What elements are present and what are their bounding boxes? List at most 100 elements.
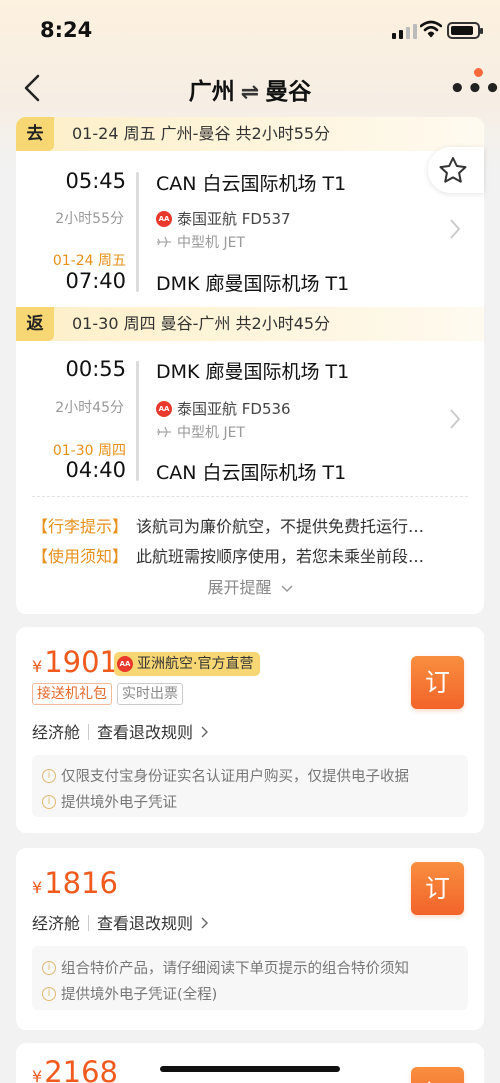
- airasia-logo-icon: AA: [156, 210, 172, 227]
- return-arr-airport: CAN 白云国际机场 T1: [156, 462, 347, 484]
- expand-reminders-button[interactable]: 展开提醒: [16, 574, 484, 598]
- book-button[interactable]: 订: [411, 862, 464, 915]
- status-bar: 8:24: [0, 0, 500, 55]
- outbound-arr-airport: DMK 廊曼国际机场 T1: [156, 273, 350, 295]
- return-airline-label: 泰国亚航 FD536: [177, 400, 291, 418]
- outbound-aircraft-label: 中型机 JET: [177, 235, 245, 251]
- divider: [32, 496, 468, 497]
- book-button[interactable]: 订: [411, 1067, 464, 1083]
- outbound-airline[interactable]: AA 泰国亚航 FD537: [156, 208, 291, 229]
- airasia-logo-icon: AA: [156, 400, 172, 417]
- official-store-badge: AA 亚洲航空·官方直营: [114, 652, 261, 676]
- notice-text: 仅限支付宝身份证实名认证用户购买，仅提供电子收据: [61, 769, 409, 785]
- cabin-label: 经济舱: [32, 723, 81, 742]
- wifi-icon: [420, 20, 442, 38]
- return-airline[interactable]: AA 泰国亚航 FD536: [156, 398, 291, 419]
- offer-price: ¥2168: [32, 1055, 118, 1083]
- expand-label: 展开提醒: [207, 578, 272, 597]
- currency-symbol: ¥: [32, 1067, 43, 1083]
- status-time: 8:24: [40, 18, 93, 42]
- gift-chip: 接送机礼包: [32, 683, 112, 705]
- notice-text: 提供境外电子凭证(全程): [61, 987, 218, 1003]
- offer-card[interactable]: ¥1816 经济舱 查看退改规则 订 i 组合特价产品，请仔细阅读下单页提示的组合特…: [16, 848, 484, 1030]
- notification-dot: [474, 68, 483, 77]
- currency-symbol: ¥: [32, 878, 43, 897]
- route-title: 广州 ⇌ 曼谷: [0, 72, 500, 106]
- plane-icon: [157, 236, 171, 248]
- offer-notice: i 组合特价产品，请仔细阅读下单页提示的组合特价须知 i 提供境外电子凭证(全程): [32, 946, 468, 1010]
- return-timeline: [136, 361, 139, 481]
- instant-ticket-chip: 实时出票: [117, 683, 183, 705]
- offer-notice: i 仅限支付宝身份证实名认证用户购买，仅提供电子收据 i 提供境外电子凭证: [32, 755, 468, 817]
- outbound-arr-date: 01-24 周五: [52, 253, 126, 269]
- cabin-row: 经济舱 查看退改规则: [32, 719, 209, 743]
- price-value: 1901: [44, 645, 118, 679]
- outbound-header: 去 01-24 周五 广州-曼谷 共2小时55分: [16, 117, 484, 151]
- offer-price: ¥1816: [32, 866, 118, 900]
- return-tag: 返: [16, 307, 54, 341]
- signal-icon: [392, 24, 417, 39]
- offer-card[interactable]: ¥1901 AA 亚洲航空·官方直营 接送机礼包 实时出票 经济舱 查看退改规则 …: [16, 627, 484, 833]
- chevron-down-icon: [281, 585, 293, 593]
- airasia-logo-icon: AA: [117, 656, 133, 672]
- outbound-duration: 2小时55分: [55, 211, 124, 227]
- refund-rules-link[interactable]: 查看退改规则: [97, 723, 193, 742]
- info-icon: i: [42, 768, 56, 783]
- outbound-timeline: [136, 172, 139, 292]
- return-summary: 01-30 周四 曼谷-广州 共2小时45分: [72, 314, 331, 333]
- swap-icon[interactable]: ⇌: [241, 80, 259, 105]
- return-header: 返 01-30 周四 曼谷-广州 共2小时45分: [16, 307, 484, 341]
- usage-tip[interactable]: 【使用须知】 此航班需按顺序使用，若您未乘坐前段…: [32, 543, 424, 567]
- outbound-aircraft: 中型机 JET: [156, 232, 245, 252]
- official-label: 亚洲航空·官方直营: [137, 656, 254, 672]
- outbound-tag: 去: [16, 117, 54, 151]
- notice-row: i 提供境外电子凭证(全程): [42, 983, 217, 1004]
- return-dep-time: 00:55: [65, 357, 126, 381]
- return-duration: 2小时45分: [55, 400, 124, 416]
- chevron-right-icon: [201, 917, 209, 929]
- baggage-tip-key: 【行李提示】: [32, 517, 129, 536]
- notice-row: i 仅限支付宝身份证实名认证用户购买，仅提供电子收据: [42, 765, 409, 786]
- outbound-arr-time: 07:40: [65, 269, 126, 293]
- info-icon: i: [42, 960, 56, 975]
- more-menu-icon[interactable]: •••: [449, 74, 500, 104]
- outbound-dep-time: 05:45: [65, 169, 126, 193]
- cabin-row: 经济舱 查看退改规则: [32, 910, 209, 934]
- offer-price: ¥1901: [32, 645, 118, 679]
- return-arr-time: 04:40: [65, 458, 126, 482]
- favorite-button[interactable]: [428, 147, 484, 193]
- usage-tip-key: 【使用须知】: [32, 547, 129, 566]
- outbound-airline-label: 泰国亚航 FD537: [177, 210, 291, 228]
- cabin-label: 经济舱: [32, 914, 81, 933]
- destination-city: 曼谷: [265, 79, 312, 105]
- outbound-dep-airport: CAN 白云国际机场 T1: [156, 173, 347, 195]
- return-arr-date: 01-30 周四: [52, 443, 126, 459]
- return-aircraft: 中型机 JET: [156, 422, 245, 442]
- currency-symbol: ¥: [32, 657, 43, 676]
- baggage-tip[interactable]: 【行李提示】 该航司为廉价航空，不提供免费托运行…: [32, 513, 424, 537]
- nav-bar: 广州 ⇌ 曼谷 •••: [0, 58, 500, 118]
- flight-details-card: 去 01-24 周五 广州-曼谷 共2小时55分 05:45 2小时55分 01…: [16, 117, 484, 614]
- notice-row: i 提供境外电子凭证: [42, 791, 177, 812]
- price-value: 1816: [44, 866, 118, 900]
- usage-tip-text: 此航班需按顺序使用，若您未乘坐前段…: [136, 547, 425, 566]
- notice-row: i 组合特价产品，请仔细阅读下单页提示的组合特价须知: [42, 957, 409, 978]
- origin-city: 广州: [188, 79, 235, 105]
- outbound-chevron-right-icon[interactable]: [448, 217, 462, 241]
- baggage-tip-text: 该航司为廉价航空，不提供免费托运行…: [136, 517, 425, 536]
- book-button[interactable]: 订: [411, 656, 464, 709]
- outbound-summary: 01-24 周五 广州-曼谷 共2小时55分: [72, 124, 331, 143]
- plane-icon: [157, 426, 171, 438]
- battery-icon: [447, 22, 483, 39]
- offer-card[interactable]: ¥2168 订: [16, 1043, 484, 1083]
- notice-text: 提供境外电子凭证: [61, 795, 177, 811]
- info-icon: i: [42, 794, 56, 809]
- price-value: 2168: [44, 1055, 118, 1083]
- chevron-right-icon: [201, 726, 209, 738]
- return-aircraft-label: 中型机 JET: [177, 425, 245, 441]
- refund-rules-link[interactable]: 查看退改规则: [97, 914, 193, 933]
- notice-text: 组合特价产品，请仔细阅读下单页提示的组合特价须知: [61, 961, 409, 977]
- home-indicator: [160, 1066, 340, 1072]
- return-chevron-right-icon[interactable]: [448, 407, 462, 431]
- star-icon: [439, 157, 467, 183]
